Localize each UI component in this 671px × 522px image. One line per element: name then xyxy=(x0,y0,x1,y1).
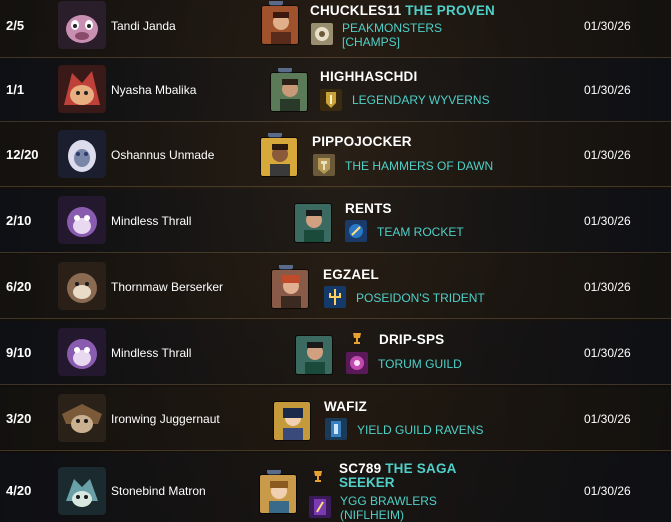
player-title: THE PROVEN xyxy=(405,3,495,18)
guild-emblem-icon xyxy=(346,352,368,374)
player-name[interactable]: WAFIZ xyxy=(324,399,367,415)
player-avatar[interactable] xyxy=(295,335,333,375)
card-name[interactable]: Nyasha Mbalika xyxy=(111,58,196,122)
date-acquired: 01/30/26 xyxy=(584,346,631,360)
card-count: 2/10 xyxy=(6,213,32,228)
card-name[interactable]: Thornmaw Berserker xyxy=(111,255,223,319)
date-acquired: 01/30/26 xyxy=(584,83,631,97)
player-avatar[interactable] xyxy=(270,72,308,112)
list-item[interactable]: 12/20 Oshannus Unmade PIPPOJOCKER THE HA… xyxy=(0,123,671,187)
league-trophy-icon xyxy=(311,469,325,483)
guild-name[interactable]: LEGENDARY WYVERNS xyxy=(352,93,490,107)
guild-name[interactable]: TORUM GUILD xyxy=(378,357,462,371)
guild-emblem-icon xyxy=(313,154,335,176)
guild-name[interactable]: TEAM ROCKET xyxy=(377,225,464,239)
date-acquired: 01/30/26 xyxy=(584,484,631,498)
guild-emblem-icon xyxy=(324,286,346,308)
card-owners-list: 2/5 Tandi Janda CHUCKLES11 THE PROVEN PE… xyxy=(0,0,671,522)
date-acquired: 01/30/26 xyxy=(584,19,631,33)
guild-emblem-icon xyxy=(320,89,342,111)
card-name[interactable]: Ironwing Juggernaut xyxy=(111,387,220,451)
card-name[interactable]: Mindless Thrall xyxy=(111,321,191,385)
player-name[interactable]: PIPPOJOCKER xyxy=(312,134,412,150)
player-name[interactable]: RENTS xyxy=(345,201,392,217)
list-item[interactable]: 9/10 Mindless Thrall DRIP-SPS TORUM GUIL… xyxy=(0,321,671,385)
player-name[interactable]: HIGHHASCHDI xyxy=(320,69,417,85)
card-art-image[interactable] xyxy=(58,196,106,244)
list-item[interactable]: 2/10 Mindless Thrall RENTS TEAM ROCKET 0… xyxy=(0,189,671,253)
card-count: 1/1 xyxy=(6,82,25,97)
player-avatar[interactable] xyxy=(259,474,297,514)
date-acquired: 01/30/26 xyxy=(584,280,631,294)
player-title-continued: SEEKER xyxy=(339,475,395,490)
card-name[interactable]: Mindless Thrall xyxy=(111,189,191,253)
card-count: 12/20 xyxy=(6,147,39,162)
card-art-image[interactable] xyxy=(58,130,106,178)
player-avatar[interactable] xyxy=(261,5,299,45)
card-count: 3/20 xyxy=(6,411,32,426)
guild-name[interactable]: YIELD GUILD RAVENS xyxy=(357,423,483,437)
player-name[interactable]: EGZAEL xyxy=(323,267,379,283)
list-item[interactable]: 3/20 Ironwing Juggernaut WAFIZ YIELD GUI… xyxy=(0,387,671,451)
card-count: 4/20 xyxy=(6,483,32,498)
card-art-image[interactable] xyxy=(58,328,106,376)
guild-emblem-icon xyxy=(345,220,367,242)
date-acquired: 01/30/26 xyxy=(584,148,631,162)
list-item[interactable]: 1/1 Nyasha Mbalika HIGHHASCHDI LEGENDARY… xyxy=(0,58,671,122)
card-name[interactable]: Oshannus Unmade xyxy=(111,123,214,187)
league-trophy-icon xyxy=(350,331,364,345)
guild-name[interactable]: POSEIDON'S TRIDENT xyxy=(356,291,485,305)
guild-emblem-icon xyxy=(311,23,333,45)
player-name[interactable]: DRIP-SPS xyxy=(379,332,444,348)
player-avatar[interactable] xyxy=(294,203,332,243)
card-name[interactable]: Tandi Janda xyxy=(111,0,176,58)
card-art-image[interactable] xyxy=(58,1,106,49)
player-avatar[interactable] xyxy=(271,269,309,309)
player-title: THE SAGA xyxy=(385,461,457,476)
player-avatar[interactable] xyxy=(273,401,311,441)
date-acquired: 01/30/26 xyxy=(584,214,631,228)
guild-name[interactable]: THE HAMMERS OF DAWN xyxy=(345,159,493,173)
card-count: 2/5 xyxy=(6,18,25,33)
card-count: 9/10 xyxy=(6,345,32,360)
guild-name[interactable]: PEAKMONSTERS [CHAMPS] xyxy=(342,21,442,49)
date-acquired: 01/30/26 xyxy=(584,412,631,426)
card-art-image[interactable] xyxy=(58,262,106,310)
card-art-image[interactable] xyxy=(58,65,106,113)
list-item[interactable]: 2/5 Tandi Janda CHUCKLES11 THE PROVEN PE… xyxy=(0,0,671,58)
list-item[interactable]: 6/20 Thornmaw Berserker EGZAEL POSEIDON'… xyxy=(0,255,671,319)
guild-emblem-icon xyxy=(309,496,331,518)
card-count: 6/20 xyxy=(6,279,32,294)
guild-name[interactable]: YGG BRAWLERS (NIFLHEIM) xyxy=(340,494,437,522)
list-item[interactable]: 4/20 Stonebind Matron SC789 THE SAGA SEE… xyxy=(0,453,671,522)
card-name[interactable]: Stonebind Matron xyxy=(111,453,206,522)
card-art-image[interactable] xyxy=(58,467,106,515)
player-name[interactable]: CHUCKLES11 THE PROVEN xyxy=(310,3,495,19)
player-avatar[interactable] xyxy=(260,137,298,177)
guild-emblem-icon xyxy=(325,418,347,440)
card-art-image[interactable] xyxy=(58,394,106,442)
